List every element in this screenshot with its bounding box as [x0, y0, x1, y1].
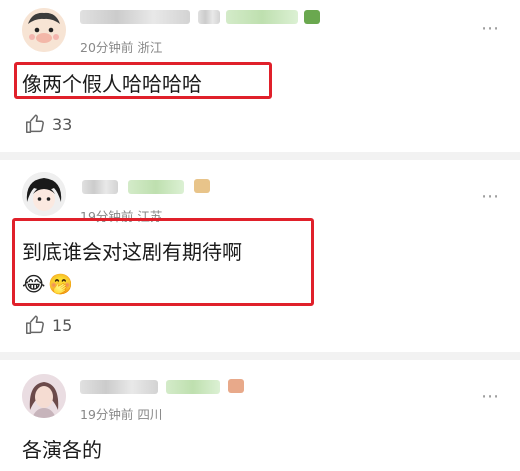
- vip-badge-icon: [194, 179, 210, 193]
- thumbs-up-icon: [26, 114, 44, 133]
- like-button[interactable]: 15: [24, 313, 72, 337]
- level-badge-icon: [304, 10, 320, 24]
- cartoon-face-icon: [22, 8, 66, 52]
- comment-text: 像两个假人哈哈哈哈: [22, 72, 202, 96]
- like-button[interactable]: 33: [24, 112, 72, 136]
- more-options-icon[interactable]: ⋯: [481, 386, 500, 407]
- username[interactable]: [80, 8, 320, 28]
- thumbs-up-icon: [26, 315, 44, 334]
- username[interactable]: [82, 178, 222, 198]
- more-options-icon[interactable]: ⋯: [481, 186, 500, 207]
- like-count: 15: [52, 315, 73, 335]
- laughing-tears-emoji-icon: 😂: [22, 272, 46, 296]
- comment-text: 各演各的: [22, 438, 102, 462]
- comment-text: 到底谁会对这剧有期待啊: [22, 240, 242, 264]
- divider: [0, 152, 520, 160]
- comment-3: 19分钟前 四川 ⋯ 各演各的: [0, 360, 520, 471]
- comment-2: 19分钟前 江苏 ⋯ 到底谁会对这剧有期待啊 😂 🤭 15: [0, 160, 520, 350]
- comment-1: 20分钟前 浙江 ⋯ 像两个假人哈哈哈哈 33: [0, 0, 520, 150]
- comment-meta: 20分钟前 浙江: [80, 40, 163, 55]
- hand-over-mouth-emoji-icon: 🤭: [48, 272, 73, 296]
- more-options-icon[interactable]: ⋯: [481, 18, 500, 39]
- user-avatar[interactable]: [22, 8, 66, 52]
- vip-badge-icon: [228, 379, 244, 393]
- user-avatar[interactable]: [22, 172, 66, 216]
- username[interactable]: [80, 378, 250, 398]
- like-count: 33: [52, 114, 73, 134]
- comment-meta: 19分钟前 四川: [80, 407, 163, 422]
- divider: [0, 352, 520, 360]
- portrait-photo-icon: [22, 374, 66, 418]
- user-avatar[interactable]: [22, 374, 66, 418]
- dark-hair-girl-icon: [22, 172, 66, 216]
